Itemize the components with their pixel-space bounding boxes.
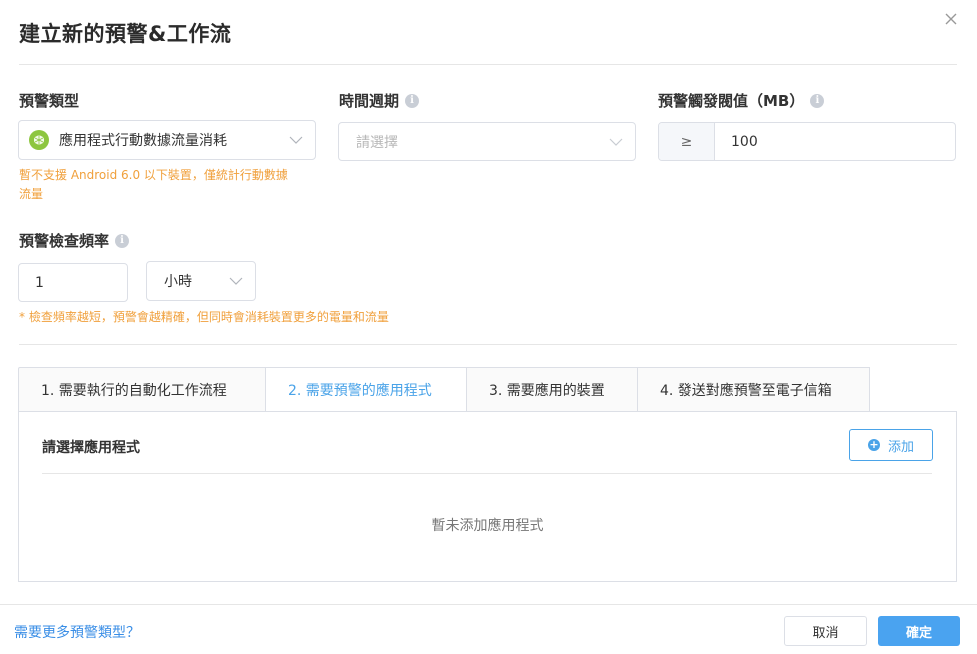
time-period-select[interactable]: 請選擇 — [338, 122, 636, 161]
android-icon — [29, 130, 49, 150]
cancel-button[interactable]: 取消 — [784, 616, 867, 646]
empty-state-text: 暫未添加應用程式 — [431, 518, 544, 534]
footer-divider — [0, 604, 977, 605]
section-divider — [19, 344, 957, 345]
tab-applications[interactable]: 2. 需要預警的應用程式 — [266, 367, 467, 412]
more-alert-types-link[interactable]: 需要更多預警類型？ — [14, 622, 140, 642]
tab-email[interactable]: 4. 發送對應預警至電子信箱 — [638, 367, 870, 412]
threshold-input[interactable]: ≥ 100 — [658, 122, 956, 161]
dialog-title: 建立新的預警&工作流 — [19, 22, 232, 46]
step-tabs: 1. 需要執行的自動化工作流程 2. 需要預警的應用程式 3. 需要應用的裝置 … — [18, 367, 870, 412]
alert-type-hint: 暫不支援 Android 6.0 以下裝置，僅統計行動數據 流量 — [19, 166, 319, 204]
check-frequency-input[interactable]: 1 — [18, 263, 128, 302]
chevron-down-icon — [229, 277, 243, 285]
time-period-placeholder: 請選擇 — [356, 134, 398, 151]
plus-circle-icon: + — [867, 438, 880, 451]
header-divider — [19, 64, 957, 65]
alert-type-label-text: 預警類型 — [19, 92, 80, 110]
tab-workflow[interactable]: 1. 需要執行的自動化工作流程 — [18, 367, 266, 412]
applications-panel: 請選擇應用程式 + 添加 暫未添加應用程式 — [18, 411, 957, 582]
check-frequency-hint: * 檢查頻率越短，預警會越精確，但同時會消耗裝置更多的電量和流量 — [19, 310, 389, 324]
alert-type-hint-line1: 暫不支援 Android 6.0 以下裝置，僅統計行動數據 — [19, 168, 288, 182]
alert-type-select[interactable]: 應用程式行動數據流量消耗 — [18, 120, 316, 160]
add-application-button[interactable]: + 添加 — [849, 429, 933, 461]
add-button-label: 添加 — [887, 439, 914, 455]
time-period-label-text: 時間週期 — [339, 92, 400, 110]
check-frequency-label-text: 預警檢查頻率 — [19, 232, 110, 250]
confirm-button[interactable]: 確定 — [878, 616, 960, 646]
check-frequency-unit-select[interactable]: 小時 — [146, 261, 256, 301]
chevron-down-icon — [609, 138, 623, 146]
threshold-operator: ≥ — [659, 123, 715, 160]
panel-title: 請選擇應用程式 — [42, 440, 140, 456]
alert-type-label: 預警類型 — [19, 90, 79, 111]
threshold-value[interactable]: 100 — [715, 123, 955, 160]
threshold-label-text: 預警觸發閥值（MB） — [658, 92, 805, 110]
chevron-down-icon — [289, 136, 303, 144]
info-icon[interactable]: i — [405, 93, 420, 108]
close-icon[interactable] — [940, 8, 962, 30]
tab-devices[interactable]: 3. 需要應用的裝置 — [467, 367, 638, 412]
alert-type-value: 應用程式行動數據流量消耗 — [59, 133, 227, 149]
info-icon[interactable]: i — [115, 233, 130, 248]
panel-divider — [42, 473, 932, 474]
alert-type-hint-line2: 流量 — [19, 187, 44, 201]
time-period-label: 時間週期 i — [339, 90, 420, 111]
check-frequency-label: 預警檢查頻率 i — [19, 230, 130, 251]
check-frequency-unit: 小時 — [164, 274, 192, 290]
threshold-label: 預警觸發閥值（MB） i — [658, 90, 825, 111]
info-icon[interactable]: i — [810, 93, 825, 108]
